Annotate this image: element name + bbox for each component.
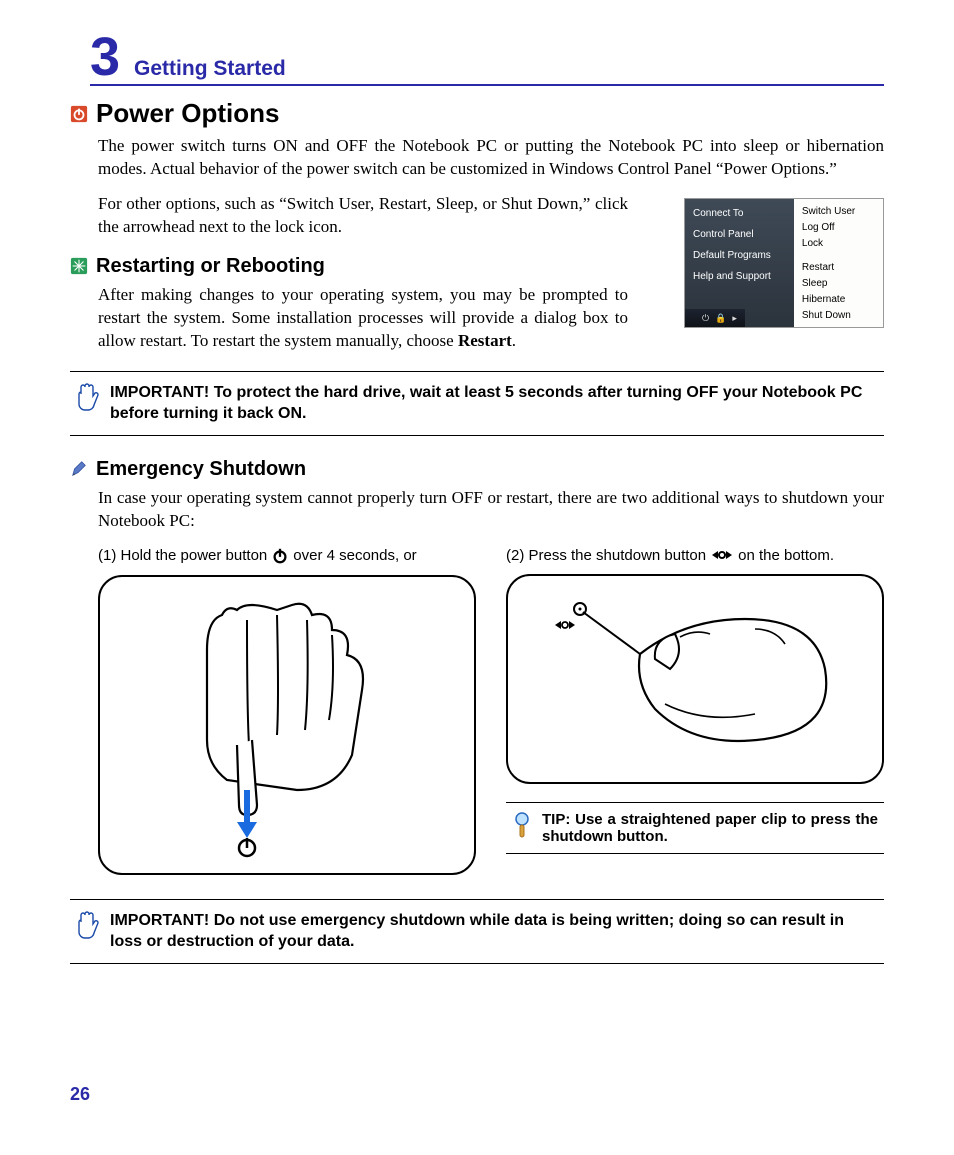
power-options-p1: The power switch turns ON and OFF the No… <box>98 135 884 181</box>
section-emergency: Emergency Shutdown In case your operatin… <box>70 458 884 875</box>
menu-bottom-bar: ⏻ 🔒 ▸ <box>685 309 745 327</box>
start-menu-screenshot: Connect To Control Panel Default Program… <box>684 198 884 328</box>
arrow-icon: ▸ <box>732 313 737 324</box>
illustration-hold-power <box>98 575 476 875</box>
menu-item: Hibernate <box>794 291 883 307</box>
magnifier-icon <box>512 811 532 839</box>
callout-text: IMPORTANT! Do not use emergency shutdown… <box>110 910 880 953</box>
emergency-option-2: (2) Press the shutdown button on the bot… <box>506 547 884 875</box>
menu-item: Help and Support <box>685 266 794 287</box>
power-square-icon <box>70 105 88 123</box>
shutdown-pinhole-icon <box>710 549 734 561</box>
hand-stop-icon <box>74 382 100 412</box>
menu-item: Restart <box>794 259 883 275</box>
menu-item: Log Off <box>794 219 883 235</box>
opt2-text-a: (2) Press the shutdown button <box>506 547 706 564</box>
heading-restarting: Restarting or Rebooting <box>96 255 325 278</box>
heading-power-options: Power Options <box>96 98 279 129</box>
restarting-p1: After making changes to your operating s… <box>98 284 628 353</box>
menu-item: Connect To <box>685 203 794 224</box>
opt1-text-b: over 4 seconds, or <box>293 547 416 564</box>
menu-item: Control Panel <box>685 224 794 245</box>
chapter-title: Getting Started <box>134 57 286 81</box>
tip-text: TIP: Use a straightened paper clip to pr… <box>542 811 878 845</box>
power-options-p2: For other options, such as “Switch User,… <box>98 193 628 239</box>
chapter-number: 3 <box>90 30 120 84</box>
chapter-header: 3 Getting Started <box>90 30 884 86</box>
restart-square-icon <box>70 257 88 275</box>
callout-important-2: IMPORTANT! Do not use emergency shutdown… <box>70 899 884 964</box>
emergency-p1: In case your operating system cannot pro… <box>98 487 884 533</box>
opt1-text-a: (1) Hold the power button <box>98 547 267 564</box>
power-icon <box>271 547 289 565</box>
lock-icon: 🔒 <box>715 313 726 324</box>
menu-item: Switch User <box>794 203 883 219</box>
menu-item: Lock <box>794 235 883 251</box>
menu-item: Shut Down <box>794 307 883 323</box>
page-number: 26 <box>70 1084 90 1105</box>
heading-emergency: Emergency Shutdown <box>96 458 306 481</box>
callout-important-1: IMPORTANT! To protect the hard drive, wa… <box>70 371 884 436</box>
pen-icon <box>70 460 88 478</box>
hand-stop-icon <box>74 910 100 940</box>
tip-box: TIP: Use a straightened paper clip to pr… <box>506 802 884 854</box>
power-icon: ⏻ <box>702 313 709 324</box>
opt2-text-b: on the bottom. <box>738 547 834 564</box>
callout-text: IMPORTANT! To protect the hard drive, wa… <box>110 382 880 425</box>
menu-item: Default Programs <box>685 245 794 266</box>
illustration-pinhole <box>506 574 884 784</box>
emergency-option-1: (1) Hold the power button over 4 seconds… <box>98 547 476 875</box>
menu-item: Sleep <box>794 275 883 291</box>
